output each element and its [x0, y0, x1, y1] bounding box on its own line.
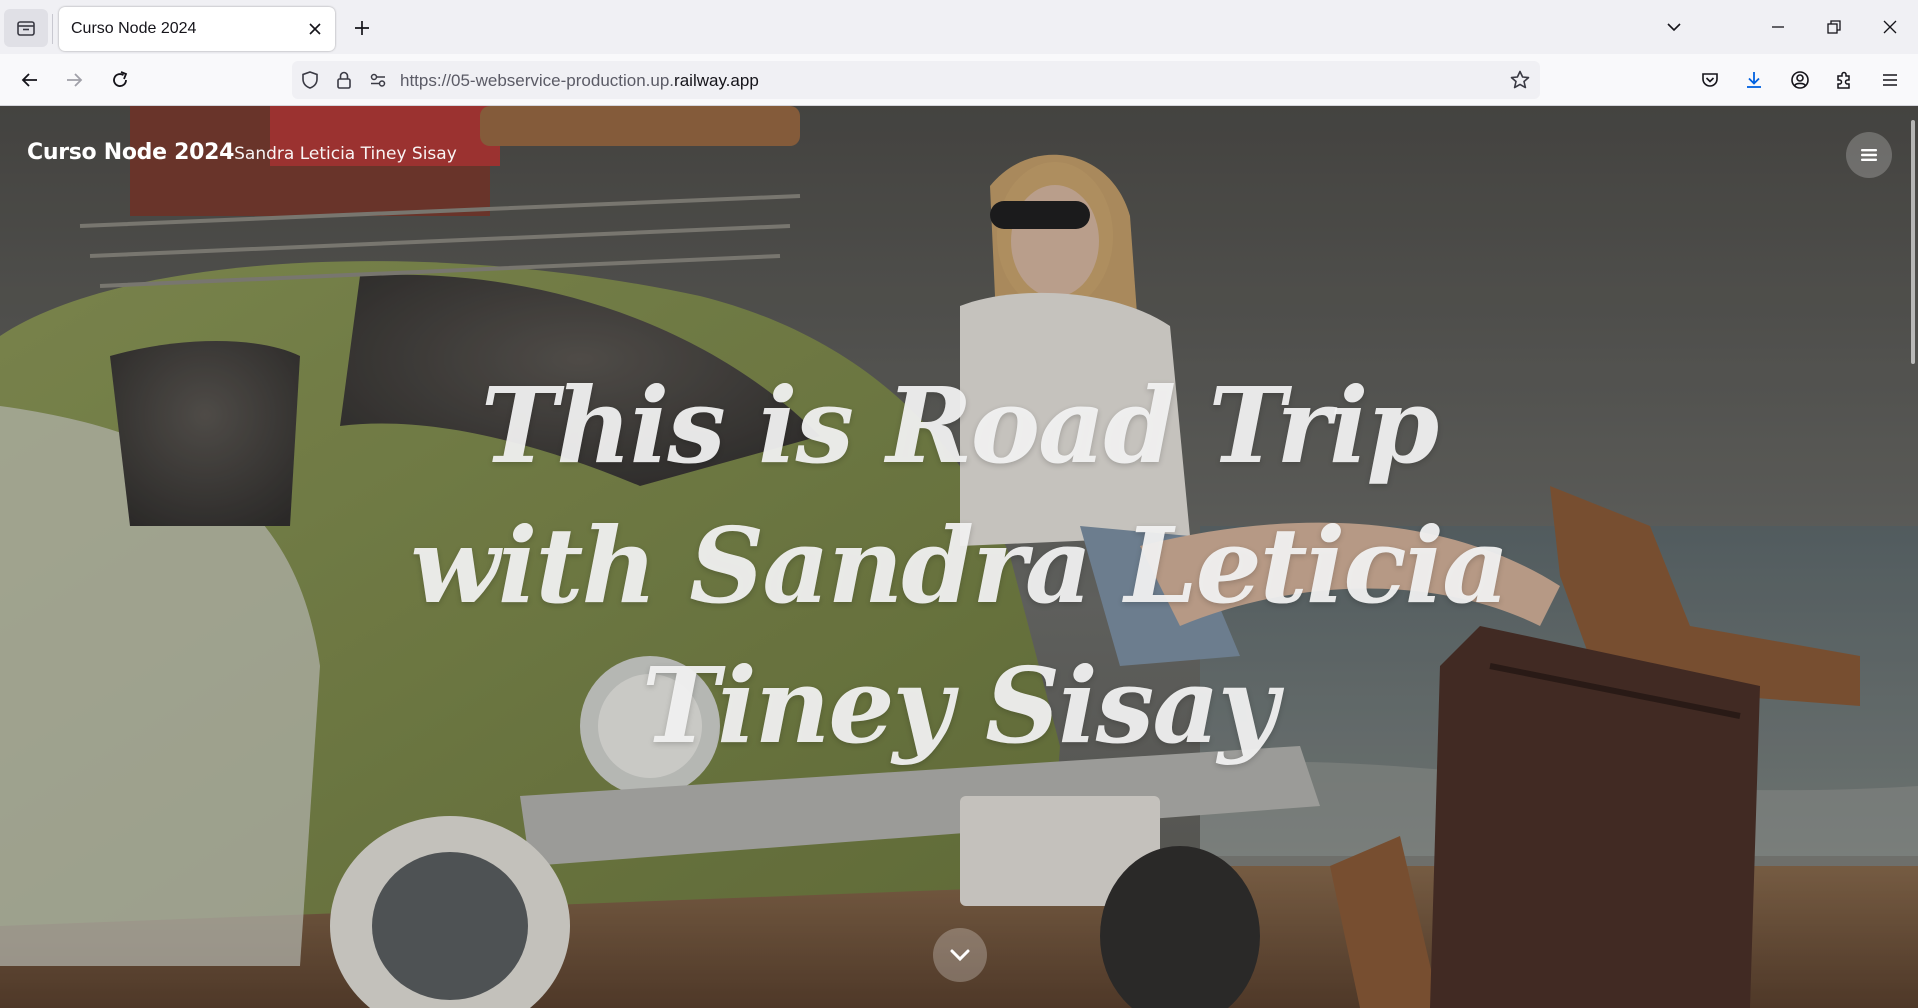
tab-overview-button[interactable] — [4, 9, 48, 47]
page-viewport: Curso Node 2024Sandra Leticia Tiney Sisa… — [0, 106, 1918, 1008]
url-text[interactable]: https://05-webservice-production.up.rail… — [400, 71, 759, 91]
tab-strip: Curso Node 2024 — [0, 0, 1918, 54]
shield-icon — [302, 71, 318, 89]
site-author: Sandra Leticia Tiney Sisay — [234, 144, 457, 164]
new-tab-button[interactable] — [348, 14, 376, 42]
url-prefix: https://05-webservice-production.up. — [400, 71, 675, 90]
site-security-button[interactable] — [332, 68, 356, 92]
tab-overview-icon — [17, 21, 35, 36]
url-domain: railway.app — [674, 71, 759, 90]
close-icon — [1883, 20, 1897, 34]
pocket-icon — [1702, 73, 1718, 87]
reload-icon — [113, 71, 128, 87]
plus-icon — [355, 21, 369, 35]
restore-button[interactable] — [1814, 8, 1854, 46]
site-menu-button[interactable] — [1846, 132, 1892, 178]
close-window-button[interactable] — [1870, 8, 1910, 46]
address-bar[interactable]: https://05-webservice-production.up.rail… — [292, 61, 1540, 99]
chevron-down-icon — [950, 949, 970, 962]
tab-active[interactable]: Curso Node 2024 — [59, 7, 335, 51]
permissions-button[interactable] — [366, 68, 390, 92]
tab-title: Curso Node 2024 — [71, 20, 197, 37]
list-all-tabs-button[interactable] — [1654, 8, 1694, 46]
downloads-button[interactable] — [1737, 63, 1771, 97]
account-icon — [1791, 71, 1809, 89]
close-tab-button[interactable] — [303, 17, 327, 41]
tab-separator — [52, 14, 53, 44]
tracking-protection-button[interactable] — [298, 68, 322, 92]
app-menu-button[interactable] — [1873, 63, 1907, 97]
chevron-down-icon — [1667, 23, 1681, 32]
hamburger-icon — [1861, 149, 1877, 161]
minimize-button[interactable] — [1758, 8, 1798, 46]
minimize-icon — [1772, 26, 1784, 28]
hamburger-icon — [1883, 74, 1897, 86]
navigation-toolbar: https://05-webservice-production.up.rail… — [0, 54, 1918, 106]
permissions-icon — [370, 73, 386, 87]
arrow-left-icon — [21, 73, 37, 87]
site-header[interactable]: Curso Node 2024Sandra Leticia Tiney Sisa… — [27, 140, 457, 165]
lock-icon — [337, 71, 351, 89]
account-button[interactable] — [1783, 63, 1817, 97]
star-icon — [1510, 70, 1530, 89]
close-icon — [309, 23, 321, 35]
forward-button[interactable] — [57, 63, 91, 97]
site-title[interactable]: Curso Node 2024 — [27, 140, 234, 165]
download-icon — [1747, 72, 1761, 88]
puzzle-icon — [1837, 71, 1850, 89]
reload-button[interactable] — [103, 63, 137, 97]
extensions-button[interactable] — [1827, 63, 1861, 97]
pocket-button[interactable] — [1693, 63, 1727, 97]
scroll-down-button[interactable] — [933, 928, 987, 982]
arrow-right-icon — [67, 73, 83, 87]
bookmark-button[interactable] — [1508, 68, 1532, 92]
hero-heading: This is Road Trip with Sandra Leticia Ti… — [410, 364, 1509, 767]
page-scrollbar[interactable] — [1911, 120, 1915, 364]
back-button[interactable] — [13, 63, 47, 97]
restore-icon — [1827, 20, 1841, 34]
